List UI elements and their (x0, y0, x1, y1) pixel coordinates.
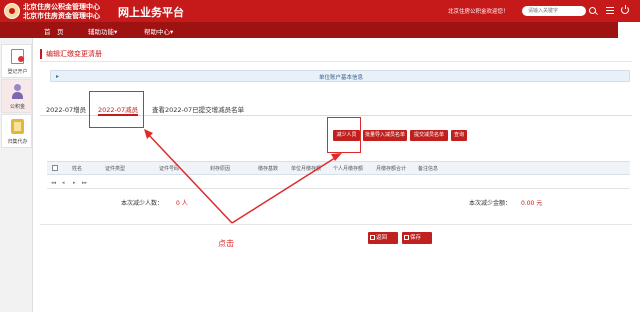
annotation-arrows (144, 129, 342, 224)
save-button-label: 保存 (410, 235, 422, 241)
column-header[interactable]: 备注信息 (418, 165, 438, 172)
select-all-checkbox[interactable] (52, 165, 58, 171)
sidebar: 登记开户 公积金 归集代办 (0, 38, 33, 312)
column-header[interactable]: 证件号码 (159, 165, 179, 172)
last-page-icon[interactable]: ▸▸ (82, 180, 87, 186)
nav-help[interactable]: 帮助中心▾ (144, 26, 173, 36)
column-header[interactable]: 姓名 (72, 165, 82, 172)
title-marker (40, 49, 42, 59)
logo-icon (4, 3, 20, 19)
back-icon (370, 235, 375, 240)
sidebar-item-label: 公积金 (9, 104, 25, 110)
register-icon (11, 49, 24, 64)
first-page-icon[interactable]: ◂◂ (51, 180, 56, 186)
grid-header: 姓名 证件类型 证件号码 封存原因 缴存基数 单位月缴存额 个人月缴存额 月缴存… (47, 161, 630, 175)
save-button[interactable]: 保存 (402, 232, 432, 244)
highlight-box-button (327, 117, 361, 153)
highlight-box-tab (89, 91, 144, 128)
arrow-head-button (331, 153, 342, 161)
money-icon (11, 119, 24, 134)
column-header[interactable]: 单位月缴存额 (291, 165, 321, 172)
tab-submitted-list[interactable]: 查看2022-07已提交增减员名单 (152, 101, 244, 116)
tab-add-members[interactable]: 2022-07增员 (46, 101, 86, 116)
account-info-bar[interactable]: ▸ 单位账户基本信息 (50, 70, 630, 82)
org-line-1: 北京住房公积金管理中心 (23, 2, 100, 11)
welcome-text: 北京住房公积金欢迎您！ (448, 9, 509, 15)
divider (40, 224, 632, 225)
sidebar-item-fund[interactable]: 公积金 (1, 79, 32, 113)
logout-icon[interactable] (621, 5, 629, 14)
platform-title: 网上业务平台 (118, 6, 184, 19)
back-button-label: 返回 (376, 235, 388, 241)
submit-list-button[interactable]: 提交减员名单 (410, 130, 448, 141)
search-icon[interactable] (589, 7, 596, 14)
column-header[interactable]: 缴存基数 (258, 165, 278, 172)
sidebar-item-agency[interactable]: 归集代办 (1, 114, 32, 148)
sidebar-item-label: 归集代办 (7, 139, 28, 145)
search-box[interactable] (522, 6, 586, 16)
nav-home[interactable]: 首 页 (44, 26, 64, 36)
account-info-title: 单位账户基本信息 (318, 75, 363, 81)
divider (40, 61, 632, 62)
reduce-amount-label: 本次减少金额： (469, 200, 512, 207)
save-icon (404, 235, 409, 240)
org-line-2: 北京市住房资金管理中心 (23, 11, 100, 20)
page-title-bar: 编辑汇缴变更清册 (40, 48, 632, 60)
reduce-count-label: 本次减少人数： (121, 200, 164, 207)
column-header[interactable]: 封存原因 (210, 165, 230, 172)
batch-import-button[interactable]: 批量导入减员名单 (363, 130, 407, 141)
pager: ◂◂ ◂ ▸ ▸▸ (47, 179, 630, 189)
nav-tools[interactable]: 辅助功能▾ (88, 26, 117, 36)
nav-right-box (618, 22, 640, 38)
column-header[interactable]: 月缴存额合计 (376, 165, 406, 172)
org-name: 北京住房公积金管理中心 北京市住房资金管理中心 (23, 2, 100, 20)
arrow-head-tab (144, 129, 153, 139)
sidebar-item-register[interactable]: 登记开户 (1, 44, 32, 78)
main-nav: 首 页 辅助功能▾ 帮助中心▾ (0, 22, 640, 38)
annotation-note: 点击 (218, 239, 234, 248)
column-header[interactable]: 个人月缴存额 (333, 165, 363, 172)
prev-page-icon[interactable]: ◂ (62, 180, 65, 186)
page-title: 编辑汇缴变更清册 (46, 50, 102, 58)
sidebar-item-label: 登记开户 (7, 69, 28, 75)
next-page-icon[interactable]: ▸ (73, 180, 76, 186)
reduce-amount-value: 0.00 元 (521, 200, 543, 207)
back-button[interactable]: 返回 (368, 232, 398, 244)
search-input[interactable] (528, 7, 580, 15)
top-header: 北京住房公积金管理中心 北京市住房资金管理中心 网上业务平台 北京住房公积金欢迎… (0, 0, 640, 22)
column-header[interactable]: 证件类型 (105, 165, 125, 172)
reduce-count-value: 0 人 (176, 200, 188, 207)
arrow-to-tab (146, 132, 233, 224)
menu-icon[interactable] (606, 7, 614, 14)
query-button[interactable]: 查询 (451, 130, 467, 141)
people-icon (11, 84, 24, 99)
